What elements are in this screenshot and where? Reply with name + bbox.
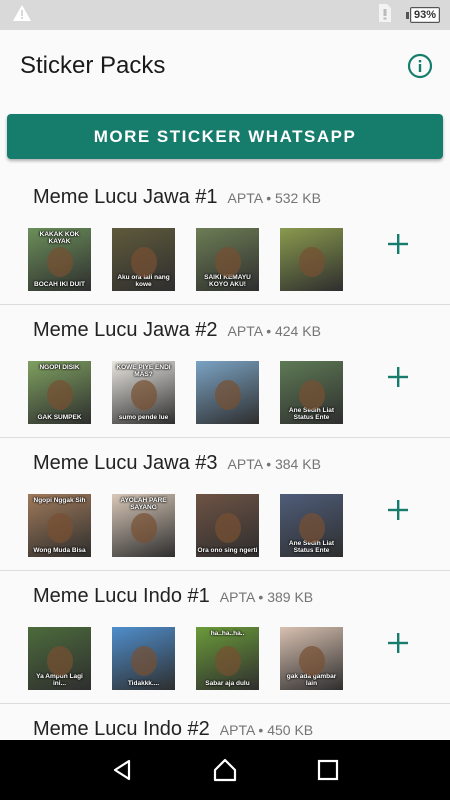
sticker-thumbnail: Ya Ampun Lagi ini...	[28, 627, 91, 690]
sticker-face	[46, 246, 73, 277]
app-bar: Sticker Packs	[0, 30, 450, 102]
sticker-caption-top: KOWE PIYE ENDI MAS?	[116, 364, 171, 379]
sticker-thumbnail	[196, 361, 259, 424]
sticker-caption-top	[28, 629, 91, 631]
sticker-caption-top	[196, 363, 259, 365]
pack-meta: APTA • 389 KB	[219, 589, 314, 605]
sticker-face	[298, 645, 325, 676]
sticker-caption-top	[280, 230, 343, 232]
sticker-face	[130, 512, 157, 543]
pack-name: Meme Lucu Jawa #1	[33, 186, 218, 208]
sticker-caption-bottom: Sabar aja dulu	[205, 679, 250, 687]
sticker-face	[214, 379, 241, 410]
sticker-caption-top: KAKAK KOK KAYAK	[39, 231, 80, 246]
sticker-face	[214, 645, 241, 676]
sticker-face	[130, 246, 157, 277]
sticker-caption-bottom: Wong Muda Bisa	[33, 546, 86, 554]
pack-name: Meme Lucu Jawa #3	[33, 452, 218, 474]
pack-thumbnails: Ngopi Nggak Sih Wong Muda Bisa AYOLAH PARE…	[28, 494, 343, 557]
sticker-caption-top: AYOLAH PARE SAYANG	[120, 497, 167, 512]
info-icon[interactable]	[406, 52, 434, 80]
sticker-caption-top	[196, 230, 259, 232]
page-title: Sticker Packs	[20, 52, 166, 79]
sticker-pack-list: Meme Lucu Jawa #1 APTA • 532 KB KAKAK KO…	[0, 172, 450, 740]
pack-thumbnails: NGOPI DISIK GAK SUMPEK KOWE PIYE ENDI MAS?…	[28, 361, 343, 424]
pack-thumbnails: Ya Ampun Lagi ini... Tidakkk.... ha..ha..h…	[28, 627, 343, 690]
sticker-caption-top	[280, 496, 343, 498]
add-pack-button[interactable]	[382, 228, 414, 260]
sticker-thumbnail: Ane Sedih Liat Status Ente	[280, 361, 343, 424]
sticker-face	[298, 512, 325, 543]
sticker-pack-item[interactable]: Meme Lucu Indo #2 APTA • 450 KB	[0, 704, 450, 740]
sticker-pack-item[interactable]: Meme Lucu Indo #1 APTA • 389 KB Ya Ampun…	[0, 571, 450, 704]
pack-name: Meme Lucu Indo #2	[33, 718, 210, 740]
pack-name: Meme Lucu Indo #1	[33, 585, 210, 607]
sticker-face	[46, 512, 73, 543]
status-bar: 93%	[0, 0, 450, 30]
sticker-caption-top: Ngopi Nggak Sih	[33, 497, 86, 504]
sticker-face	[130, 645, 157, 676]
pack-meta: APTA • 424 KB	[227, 323, 321, 339]
home-icon[interactable]	[210, 755, 240, 785]
sticker-caption-top	[196, 496, 259, 498]
sticker-caption-top	[112, 230, 175, 232]
sticker-face	[214, 246, 241, 277]
sticker-caption-top	[112, 629, 175, 631]
back-triangle-icon[interactable]	[107, 755, 137, 785]
sticker-caption-top: ha..ha..ha..	[210, 630, 245, 637]
sticker-thumbnail: AYOLAH PARE SAYANG	[112, 494, 175, 557]
sticker-face	[298, 379, 325, 410]
system-nav-bar	[0, 740, 450, 800]
plus-icon	[388, 367, 408, 387]
sticker-face	[214, 512, 241, 543]
sticker-caption-top	[280, 363, 343, 365]
sticker-pack-item[interactable]: Meme Lucu Jawa #1 APTA • 532 KB KAKAK KO…	[0, 172, 450, 305]
sticker-caption-bottom: Tidakkk....	[127, 679, 160, 687]
pack-name: Meme Lucu Jawa #2	[33, 319, 218, 341]
add-pack-button[interactable]	[382, 627, 414, 659]
sticker-caption-bottom	[196, 420, 259, 422]
sim-card-icon	[378, 3, 392, 27]
pack-meta: APTA • 384 KB	[227, 456, 321, 472]
pack-meta: APTA • 450 KB	[219, 722, 314, 738]
plus-icon	[388, 500, 408, 520]
recents-square-icon[interactable]	[313, 755, 343, 785]
add-pack-button[interactable]	[382, 494, 414, 526]
sticker-face	[46, 379, 73, 410]
sticker-face	[46, 645, 73, 676]
add-pack-button[interactable]	[382, 361, 414, 393]
sticker-thumbnail: SAIKI KEMAYU KOYO AKU!	[196, 228, 259, 291]
sticker-caption-top: NGOPI DISIK	[39, 364, 80, 371]
battery-level: 93%	[413, 9, 437, 21]
sticker-thumbnail: KOWE PIYE ENDI MAS? sumo pende lue	[112, 361, 175, 424]
sticker-caption-bottom	[112, 553, 175, 555]
sticker-thumbnail: ha..ha..ha.. Sabar aja dulu	[196, 627, 259, 690]
sticker-caption-bottom	[280, 287, 343, 289]
pack-thumbnails: KAKAK KOK KAYAK BOCAH IKI DUIT Aku ora lal…	[28, 228, 343, 291]
sticker-thumbnail	[280, 228, 343, 291]
sticker-face	[130, 379, 157, 410]
sticker-thumbnail: Ane Sedih Liat Status Ente	[280, 494, 343, 557]
sticker-pack-item[interactable]: Meme Lucu Jawa #3 APTA • 384 KB Ngopi Ng…	[0, 438, 450, 571]
battery-indicator: 93%	[406, 7, 440, 23]
sticker-caption-bottom: sumo pende lue	[118, 413, 169, 421]
sticker-caption-top	[280, 629, 343, 631]
warning-icon	[12, 4, 32, 26]
sticker-thumbnail: Aku ora lali nang kowe	[112, 228, 175, 291]
sticker-thumbnail: KAKAK KOK KAYAK BOCAH IKI DUIT	[28, 228, 91, 291]
sticker-pack-item[interactable]: Meme Lucu Jawa #2 APTA • 424 KB NGOPI DI…	[0, 305, 450, 438]
pack-meta: APTA • 532 KB	[227, 190, 321, 206]
more-sticker-button[interactable]: MORE STICKER WHATSAPP	[7, 114, 443, 159]
plus-icon	[388, 633, 408, 653]
sticker-caption-bottom: Ora ono sing ngerti	[197, 546, 258, 554]
plus-icon	[388, 234, 408, 254]
sticker-thumbnail: Ngopi Nggak Sih Wong Muda Bisa	[28, 494, 91, 557]
sticker-caption-bottom: BOCAH IKI DUIT	[34, 280, 85, 288]
sticker-caption-bottom: GAK SUMPEK	[37, 413, 82, 421]
sticker-face	[298, 246, 325, 277]
sticker-thumbnail: Ora ono sing ngerti	[196, 494, 259, 557]
sticker-thumbnail: Tidakkk....	[112, 627, 175, 690]
sticker-thumbnail: gak ada gambar lain	[280, 627, 343, 690]
sticker-thumbnail: NGOPI DISIK GAK SUMPEK	[28, 361, 91, 424]
